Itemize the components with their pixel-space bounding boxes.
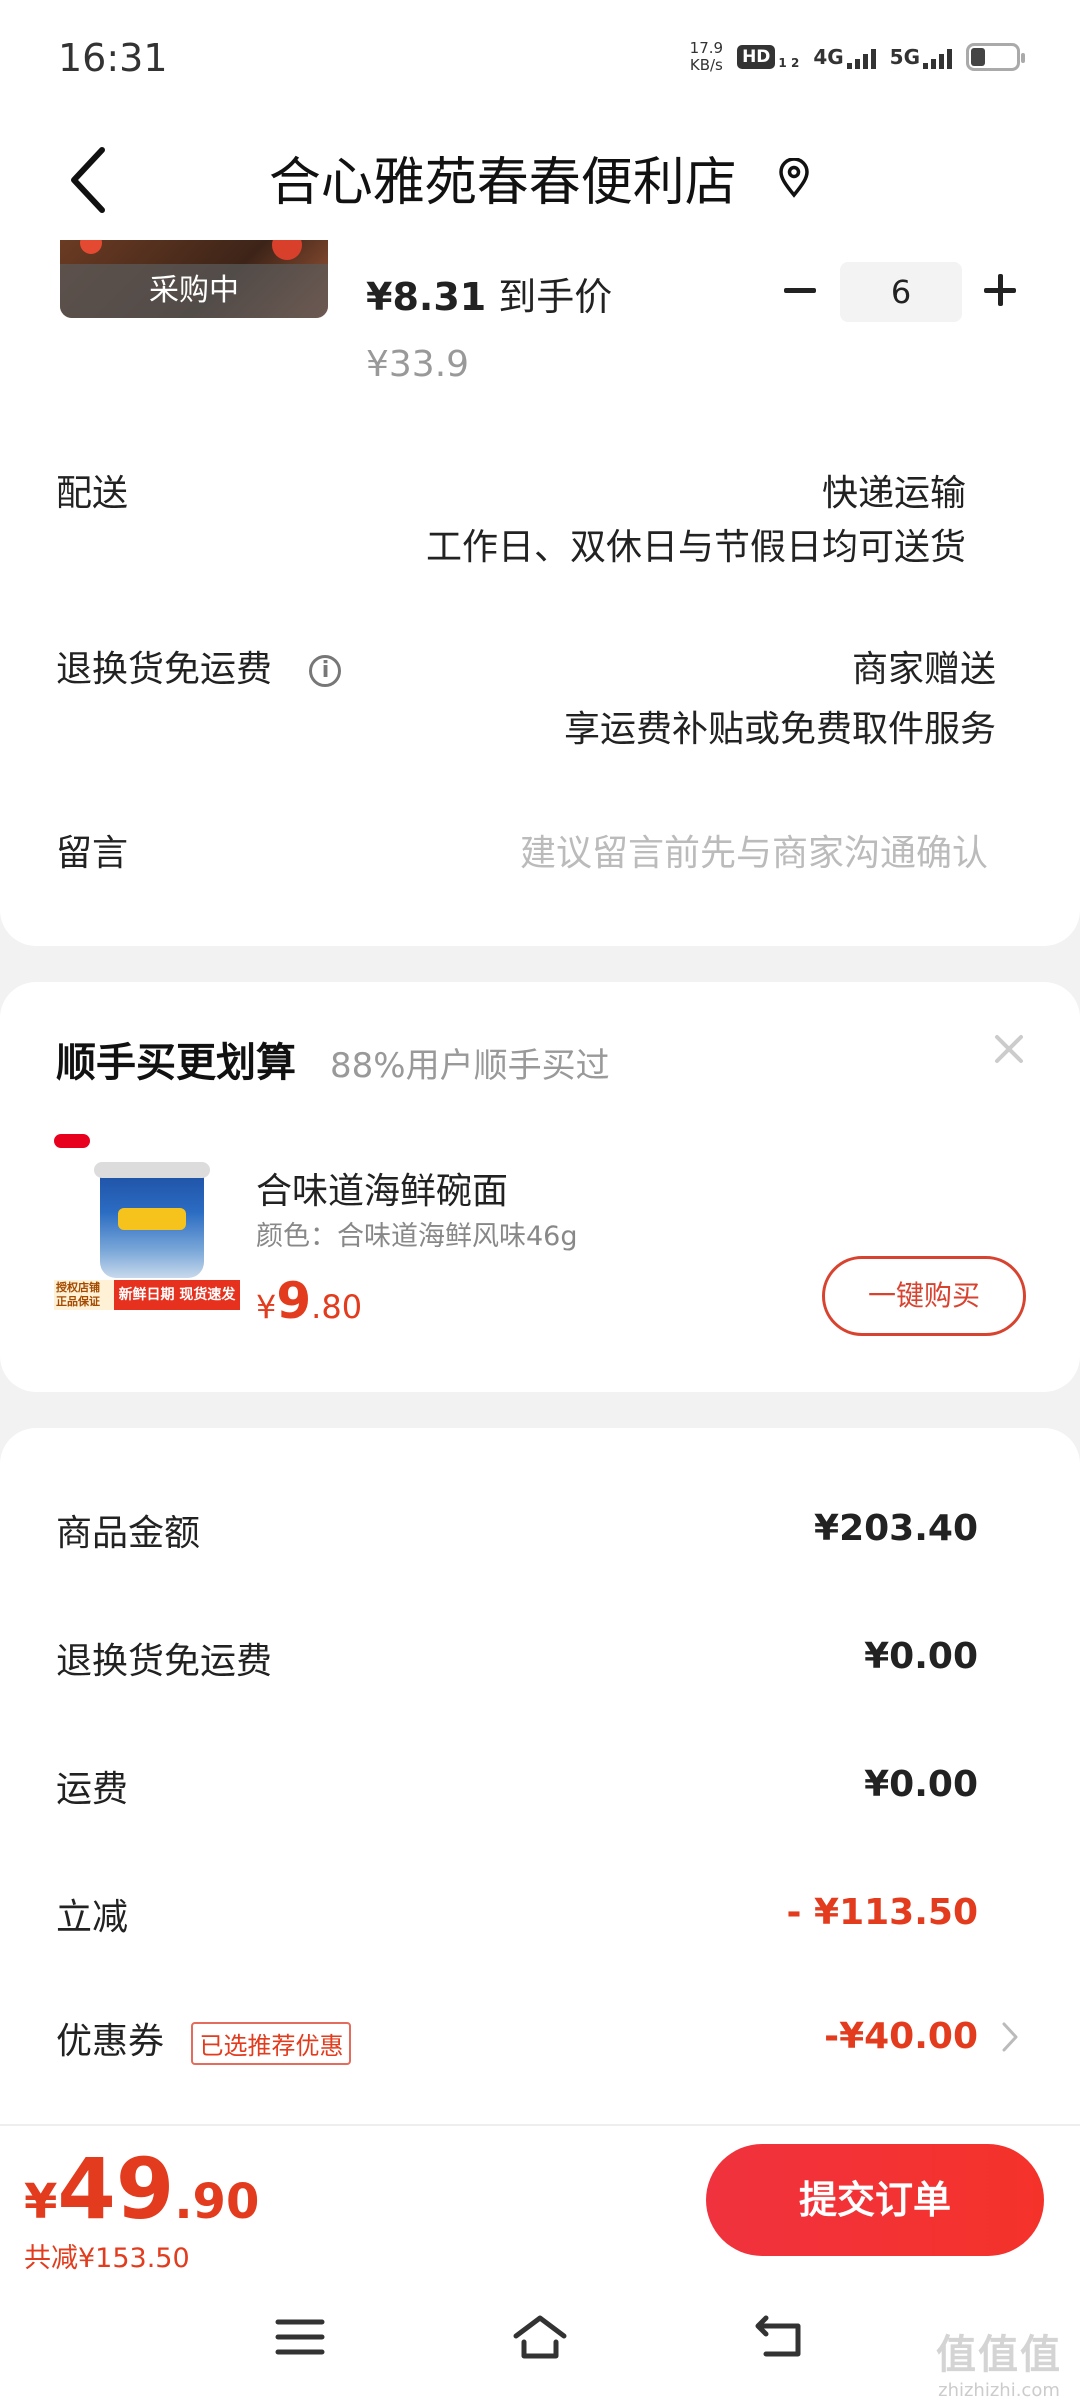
net-speed-value: 17.9 bbox=[689, 39, 724, 57]
coupon-label: 优惠券 bbox=[56, 2021, 165, 2062]
instant-discount-value: - ¥113.50 bbox=[786, 1892, 978, 1933]
order-detail-card: 采购中 ¥8.31 到手价 ¥33.9 6 配送 快递运输 工作日、双休日与节假… bbox=[0, 240, 1080, 946]
final-price: ¥8.31 到手价 bbox=[366, 266, 612, 321]
status-icons: 17.9 KB/s HD 1 2 4G 5G bbox=[690, 40, 1025, 74]
product-price: ¥9.80 bbox=[256, 1272, 362, 1330]
summary-label: 退换货免运费 bbox=[56, 1641, 273, 1682]
watermark: 值值值 zhizhizhi.com bbox=[936, 2322, 1062, 2400]
status-time: 16:31 bbox=[58, 36, 168, 80]
purchasing-badge: 采购中 bbox=[60, 264, 328, 318]
store-name: 合心雅苑春春便利店 bbox=[268, 153, 737, 213]
authorized-store-tag: 授权店铺 正品保证 bbox=[54, 1280, 114, 1310]
signal-4g-icon: 4G bbox=[813, 45, 876, 69]
product-variant: 颜色：合味道海鲜风味46g bbox=[256, 1221, 578, 1252]
final-price-value: ¥8.31 bbox=[366, 275, 487, 319]
one-click-buy-button[interactable]: 一键购买 bbox=[822, 1256, 1026, 1336]
close-icon[interactable] bbox=[992, 1032, 1026, 1066]
chevron-right-icon[interactable] bbox=[1000, 2020, 1020, 2054]
menu-icon[interactable] bbox=[270, 2312, 330, 2362]
header: 合心雅苑春春便利店 bbox=[0, 120, 1080, 240]
total-currency: ¥ bbox=[24, 2174, 58, 2230]
recommendation-subtitle: 88%用户顺手买过 bbox=[330, 1046, 610, 1086]
total-decimal: .90 bbox=[174, 2174, 260, 2230]
total-integer: 49 bbox=[57, 2140, 175, 2238]
signal-5g-icon: 5G bbox=[890, 45, 952, 69]
hd-label: HD bbox=[737, 45, 776, 69]
summary-label: 运费 bbox=[56, 1769, 129, 1810]
price-currency: ¥ bbox=[256, 1288, 277, 1326]
recommendation-card: 顺手买更划算 88%用户顺手买过 授权店铺 正品保证 新鲜日期 现货速发 合味道… bbox=[0, 982, 1080, 1392]
home-icon[interactable] bbox=[510, 2312, 570, 2362]
final-price-label: 到手价 bbox=[498, 275, 613, 319]
coupon-row[interactable]: 优惠券 已选推荐优惠 bbox=[56, 2012, 352, 2065]
decrease-quantity-button[interactable] bbox=[780, 270, 820, 310]
total-saved: 共减¥153.50 bbox=[24, 2243, 190, 2274]
hd-icon: HD 1 2 bbox=[737, 45, 799, 69]
price-integer: 9 bbox=[276, 1272, 312, 1330]
message-input[interactable]: 建议留言前先与商家沟通确认 bbox=[520, 824, 988, 876]
coupon-value[interactable]: -¥40.00 bbox=[824, 2016, 978, 2057]
return-shipping-value: 商家赠送 bbox=[851, 649, 996, 690]
system-nav-bar: 值值值 zhizhizhi.com bbox=[0, 2274, 1080, 2400]
delivery-note: 工作日、双休日与节假日均可送货 bbox=[425, 527, 966, 568]
return-shipping-note: 享运费补贴或免费取件服务 bbox=[563, 709, 996, 750]
return-shipping-row: 退换货免运费 i bbox=[56, 640, 342, 692]
summary-value: ¥0.00 bbox=[864, 1764, 978, 1805]
increase-quantity-button[interactable] bbox=[980, 270, 1020, 310]
signal-5g-label: 5G bbox=[889, 45, 920, 69]
location-pin-icon[interactable] bbox=[777, 157, 811, 198]
quantity-input[interactable]: 6 bbox=[840, 262, 962, 322]
price-summary-card: 商品金额 ¥203.40 退换货免运费 ¥0.00 运费 ¥0.00 立减 - … bbox=[0, 1428, 1080, 2128]
product-image[interactable]: 授权店铺 正品保证 新鲜日期 现货速发 bbox=[54, 1134, 240, 1310]
status-bar: 16:31 17.9 KB/s HD 1 2 4G 5G bbox=[0, 0, 1080, 120]
brand-logo-icon bbox=[54, 1134, 90, 1148]
original-price: ¥33.9 bbox=[366, 344, 470, 385]
coupon-tag: 已选推荐优惠 bbox=[191, 2021, 352, 2065]
delivery-label: 配送 bbox=[56, 473, 129, 514]
page-title: 合心雅苑春春便利店 bbox=[0, 140, 1080, 215]
checkout-bar: ¥49.90 共减¥153.50 提交订单 bbox=[0, 2124, 1080, 2274]
battery-icon bbox=[966, 43, 1025, 71]
delivery-method: 快递运输 bbox=[821, 473, 966, 514]
total-price: ¥49.90 bbox=[24, 2140, 259, 2238]
info-icon[interactable]: i bbox=[309, 655, 342, 687]
net-speed: 17.9 KB/s bbox=[690, 40, 723, 74]
signal-4g-label: 4G bbox=[813, 45, 844, 69]
watermark-logo: 值值值 bbox=[936, 2332, 1062, 2378]
summary-label: 立减 bbox=[56, 1897, 129, 1938]
summary-label: 商品金额 bbox=[56, 1513, 201, 1554]
product-thumbnail[interactable]: 采购中 bbox=[60, 240, 328, 318]
summary-value: ¥203.40 bbox=[814, 1508, 978, 1549]
summary-value: ¥0.00 bbox=[864, 1636, 978, 1677]
message-label: 留言 bbox=[56, 833, 129, 874]
recommendation-title: 顺手买更划算 bbox=[56, 1040, 296, 1086]
hd-sub: 1 2 bbox=[778, 56, 800, 70]
net-speed-unit: KB/s bbox=[689, 56, 723, 74]
back-icon[interactable] bbox=[752, 2312, 812, 2362]
product-name[interactable]: 合味道海鲜碗面 bbox=[256, 1162, 508, 1214]
submit-order-button[interactable]: 提交订单 bbox=[706, 2144, 1044, 2256]
watermark-url: zhizhizhi.com bbox=[938, 2380, 1060, 2400]
price-decimal: .80 bbox=[311, 1288, 363, 1326]
noodle-cup-image bbox=[94, 1162, 210, 1278]
return-shipping-label: 退换货免运费 bbox=[56, 649, 273, 690]
fresh-date-tag: 新鲜日期 现货速发 bbox=[114, 1280, 240, 1310]
